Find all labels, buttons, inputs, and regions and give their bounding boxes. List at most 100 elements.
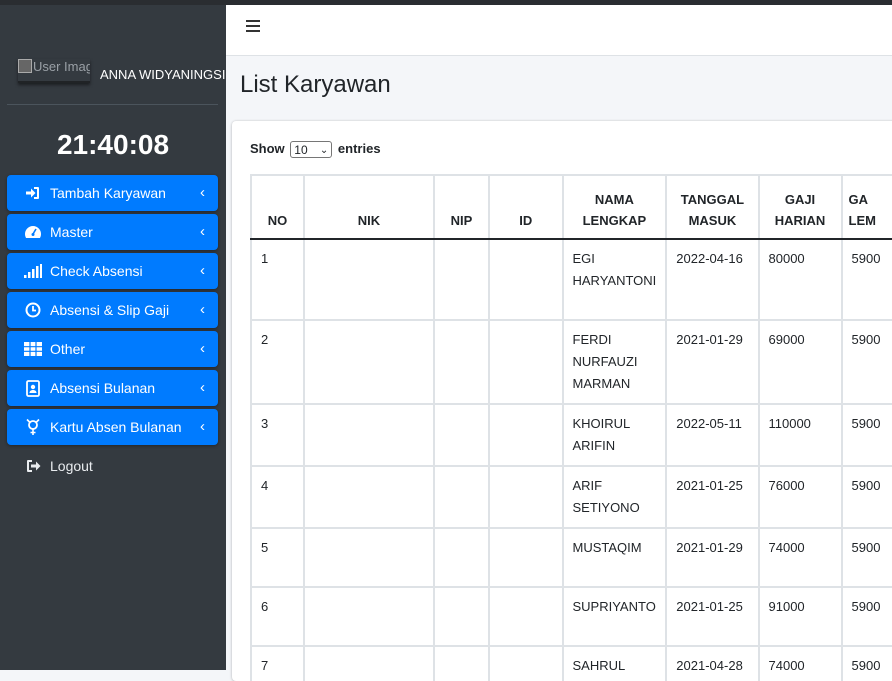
logout-label: Logout bbox=[50, 458, 93, 474]
menu-item-absensi-bulanan[interactable]: Absensi Bulanan ‹ bbox=[7, 370, 218, 406]
cell-nik bbox=[302, 319, 436, 405]
hamburger-menu-icon[interactable] bbox=[246, 20, 260, 34]
cell-gaji-lembur: 5900 bbox=[840, 527, 892, 588]
cell-nip bbox=[433, 645, 490, 681]
col-header-gaji-harian[interactable]: GAJI HARIAN bbox=[757, 174, 843, 240]
menu-item-absensi-slip-gaji[interactable]: Absensi & Slip Gaji ‹ bbox=[7, 292, 218, 328]
logout-link[interactable]: Logout bbox=[7, 448, 218, 484]
cell-nama: ARIF SETIYONO bbox=[561, 465, 668, 529]
menu-item-kartu-absen-bulanan[interactable]: Kartu Absen Bulanan ‹ bbox=[7, 409, 218, 445]
col-header-nama-lengkap[interactable]: NAMA LENGKAP bbox=[561, 174, 668, 240]
chevron-left-icon: ‹ bbox=[200, 223, 205, 240]
id-badge-icon bbox=[24, 379, 42, 397]
cell-gaji-lembur: 5900 bbox=[840, 465, 892, 529]
col-header-gaji-lembur[interactable]: GA LEM bbox=[840, 174, 892, 240]
cell-id bbox=[487, 319, 564, 405]
cell-nip bbox=[433, 238, 490, 321]
cell-gaji-lembur: 5900 bbox=[840, 319, 892, 405]
cell-no: 1 bbox=[250, 238, 305, 321]
chevron-left-icon: ‹ bbox=[200, 340, 205, 357]
entries-select[interactable]: 10 ⌄ bbox=[290, 141, 333, 159]
cell-nama: SAHRUL bbox=[561, 645, 668, 681]
chevron-left-icon: ‹ bbox=[200, 301, 205, 318]
menu-item-master[interactable]: Master ‹ bbox=[7, 214, 218, 250]
chevron-down-icon: ⌄ bbox=[319, 145, 329, 157]
table-row: 6 SUPRIYANTO 2021-01-25 91000 5900 bbox=[250, 586, 892, 647]
cell-gaji-harian: 74000 bbox=[757, 527, 843, 588]
genderless-icon bbox=[24, 418, 42, 436]
menu-item-label: Master bbox=[50, 224, 93, 240]
entries-select-value: 10 bbox=[294, 143, 308, 158]
sidebar: User Image ANNA WIDYANINGSI 21:40:08 Tam… bbox=[0, 5, 226, 670]
cell-gaji-harian: 110000 bbox=[757, 403, 843, 467]
cell-nip bbox=[433, 319, 490, 405]
chevron-left-icon: ‹ bbox=[200, 262, 205, 279]
menu-item-label: Absensi Bulanan bbox=[50, 380, 156, 396]
col-header-id[interactable]: ID bbox=[487, 174, 564, 240]
cell-no: 5 bbox=[250, 527, 305, 588]
cell-nik bbox=[302, 527, 436, 588]
cell-id bbox=[487, 527, 564, 588]
menu-item-label: Kartu Absen Bulanan bbox=[50, 419, 182, 435]
cell-id bbox=[487, 586, 564, 647]
col-header-nip[interactable]: NIP bbox=[433, 174, 490, 240]
sign-in-icon bbox=[24, 184, 42, 202]
cell-gaji-harian: 74000 bbox=[757, 645, 843, 681]
cell-nik bbox=[302, 465, 436, 529]
show-label: Show bbox=[250, 141, 285, 156]
table-header-row: NO NIK NIP ID NAMA LENGKAP TANGGAL MASUK G… bbox=[250, 174, 892, 240]
table-row: 7 SAHRUL 2021-04-28 74000 5900 bbox=[250, 645, 892, 681]
cell-gaji-harian: 91000 bbox=[757, 586, 843, 647]
cell-no: 6 bbox=[250, 586, 305, 647]
menu-item-tambah-karyawan[interactable]: Tambah Karyawan ‹ bbox=[7, 175, 218, 211]
table-row: 3 KHOIRUL ARIFIN 2022-05-11 110000 5900 bbox=[250, 403, 892, 467]
chevron-left-icon: ‹ bbox=[200, 184, 205, 201]
col-header-nik[interactable]: NIK bbox=[302, 174, 436, 240]
cell-tanggal: 2021-01-25 bbox=[665, 465, 760, 529]
cell-nik bbox=[302, 645, 436, 681]
cell-tanggal: 2022-05-11 bbox=[665, 403, 760, 467]
cell-gaji-lembur: 5900 bbox=[840, 586, 892, 647]
cell-tanggal: 2021-01-29 bbox=[665, 527, 760, 588]
employee-table: NO NIK NIP ID NAMA LENGKAP TANGGAL MASUK G… bbox=[250, 174, 892, 681]
cell-tanggal: 2021-01-29 bbox=[665, 319, 760, 405]
cell-nama: SUPRIYANTO bbox=[561, 586, 668, 647]
menu-item-check-absensi[interactable]: Check Absensi ‹ bbox=[7, 253, 218, 289]
cell-gaji-lembur: 5900 bbox=[840, 645, 892, 681]
cell-tanggal: 2021-01-25 bbox=[665, 586, 760, 647]
menu-item-label: Tambah Karyawan bbox=[50, 185, 166, 201]
col-header-no[interactable]: NO bbox=[250, 174, 305, 240]
dashboard-icon bbox=[24, 223, 42, 241]
page-title: List Karyawan bbox=[240, 71, 391, 98]
cell-nip bbox=[433, 403, 490, 467]
cell-nip bbox=[433, 527, 490, 588]
sidebar-divider bbox=[7, 104, 218, 105]
cell-no: 3 bbox=[250, 403, 305, 467]
entries-label: entries bbox=[337, 141, 381, 156]
clock: 21:40:08 bbox=[56, 129, 170, 160]
cell-no: 2 bbox=[250, 319, 305, 405]
cell-gaji-harian: 80000 bbox=[757, 238, 843, 321]
cell-nip bbox=[433, 465, 490, 529]
chevron-left-icon: ‹ bbox=[200, 418, 205, 435]
col-header-tanggal-masuk[interactable]: TANGGAL MASUK bbox=[665, 174, 760, 240]
clock-icon bbox=[24, 301, 42, 319]
cell-id bbox=[487, 238, 564, 321]
table-card: Show 10 ⌄ entries NO NIK NIP ID NAMA LENGK… bbox=[232, 121, 892, 681]
signal-icon bbox=[24, 262, 42, 280]
cell-gaji-lembur: 5900 bbox=[840, 403, 892, 467]
menu-item-other[interactable]: Other ‹ bbox=[7, 331, 218, 367]
cell-id bbox=[487, 465, 564, 529]
cell-no: 4 bbox=[250, 465, 305, 529]
table-row: 5 MUSTAQIM 2021-01-29 74000 5900 bbox=[250, 527, 892, 588]
user-name[interactable]: ANNA WIDYANINGSI bbox=[100, 67, 225, 82]
cell-nama: KHOIRUL ARIFIN bbox=[561, 403, 668, 467]
cell-no: 7 bbox=[250, 645, 305, 681]
cell-nama: FERDI NURFAUZI MARMAN bbox=[561, 319, 668, 405]
entries-control: Show 10 ⌄ entries bbox=[250, 141, 381, 159]
menu-item-label: Absensi & Slip Gaji bbox=[50, 302, 170, 318]
cell-tanggal: 2021-04-28 bbox=[665, 645, 760, 681]
user-panel[interactable]: User Image ANNA WIDYANINGSI bbox=[18, 57, 228, 91]
cell-id bbox=[487, 403, 564, 467]
cell-tanggal: 2022-04-16 bbox=[665, 238, 760, 321]
